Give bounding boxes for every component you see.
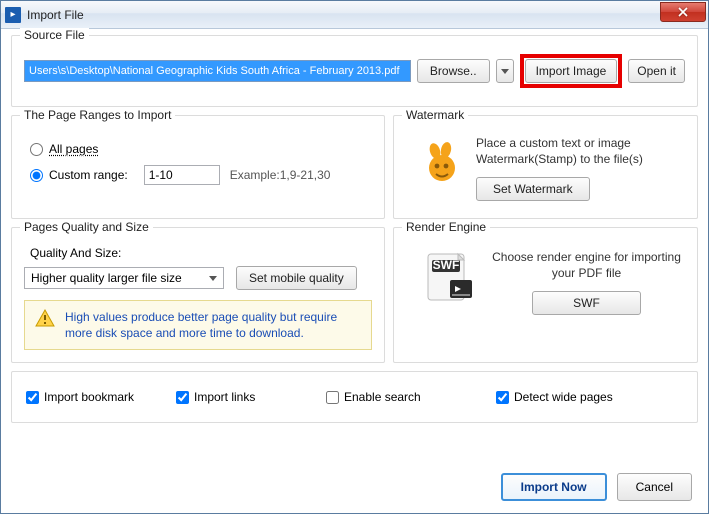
all-pages-radio[interactable] bbox=[30, 143, 43, 156]
import-image-highlight: Import Image bbox=[520, 54, 623, 88]
all-pages-label[interactable]: All pages bbox=[49, 142, 98, 156]
source-file-group: Source File Browse.. Import Image Open i… bbox=[11, 35, 698, 107]
import-bookmark-checkbox[interactable] bbox=[26, 391, 39, 404]
window-title: Import File bbox=[27, 8, 660, 22]
options-group: Import bookmark Import links Enable sear… bbox=[11, 371, 698, 423]
detect-wide-checkbox[interactable] bbox=[496, 391, 509, 404]
svg-text:SWF: SWF bbox=[433, 258, 460, 272]
source-file-title: Source File bbox=[20, 28, 89, 42]
quality-label: Quality And Size: bbox=[30, 246, 372, 260]
swf-file-icon: SWF bbox=[422, 250, 478, 306]
swf-button[interactable]: SWF bbox=[532, 291, 641, 315]
enable-search-label[interactable]: Enable search bbox=[344, 390, 421, 404]
import-bookmark-label[interactable]: Import bookmark bbox=[44, 390, 134, 404]
quality-select[interactable]: Higher quality larger file size bbox=[24, 267, 224, 289]
render-engine-title: Render Engine bbox=[402, 220, 490, 234]
watermark-group: Watermark bbox=[393, 115, 698, 219]
titlebar: ▸ Import File bbox=[1, 1, 708, 29]
custom-range-label[interactable]: Custom range: bbox=[49, 168, 128, 182]
page-ranges-group: The Page Ranges to Import All pages Cust… bbox=[11, 115, 385, 219]
import-links-checkbox[interactable] bbox=[176, 391, 189, 404]
import-now-button[interactable]: Import Now bbox=[501, 473, 607, 501]
warning-icon bbox=[35, 309, 55, 327]
chevron-down-icon bbox=[501, 69, 509, 74]
quality-info-text: High values produce better page quality … bbox=[65, 309, 361, 341]
page-ranges-title: The Page Ranges to Import bbox=[20, 108, 175, 122]
set-mobile-quality-button[interactable]: Set mobile quality bbox=[236, 266, 357, 290]
watermark-description: Place a custom text or image Watermark(S… bbox=[476, 136, 681, 167]
custom-range-input[interactable] bbox=[144, 165, 220, 185]
source-path-input[interactable] bbox=[24, 60, 411, 82]
close-button[interactable] bbox=[660, 2, 706, 22]
detect-wide-label[interactable]: Detect wide pages bbox=[514, 390, 613, 404]
custom-range-radio[interactable] bbox=[30, 169, 43, 182]
render-description: Choose render engine for importing your … bbox=[492, 250, 681, 281]
range-example: Example:1,9-21,30 bbox=[230, 168, 331, 182]
watermark-title: Watermark bbox=[402, 108, 468, 122]
set-watermark-button[interactable]: Set Watermark bbox=[476, 177, 590, 201]
quality-group: Pages Quality and Size Quality And Size:… bbox=[11, 227, 385, 363]
quality-info: High values produce better page quality … bbox=[24, 300, 372, 350]
render-engine-group: Render Engine SWF bbox=[393, 227, 698, 363]
import-links-label[interactable]: Import links bbox=[194, 390, 255, 404]
watermark-icon bbox=[410, 136, 462, 188]
app-icon: ▸ bbox=[5, 7, 21, 23]
close-icon bbox=[678, 7, 688, 17]
import-image-button[interactable]: Import Image bbox=[525, 59, 618, 83]
browse-button[interactable]: Browse.. bbox=[417, 59, 490, 83]
enable-search-checkbox[interactable] bbox=[326, 391, 339, 404]
open-it-button[interactable]: Open it bbox=[628, 59, 685, 83]
dialog-footer: Import Now Cancel bbox=[501, 473, 692, 501]
browse-dropdown[interactable] bbox=[496, 59, 514, 83]
quality-select-value: Higher quality larger file size bbox=[31, 271, 182, 285]
import-file-dialog: ▸ Import File Source File Browse.. Impor… bbox=[0, 0, 709, 514]
quality-title: Pages Quality and Size bbox=[20, 220, 153, 234]
cancel-button[interactable]: Cancel bbox=[617, 473, 692, 501]
